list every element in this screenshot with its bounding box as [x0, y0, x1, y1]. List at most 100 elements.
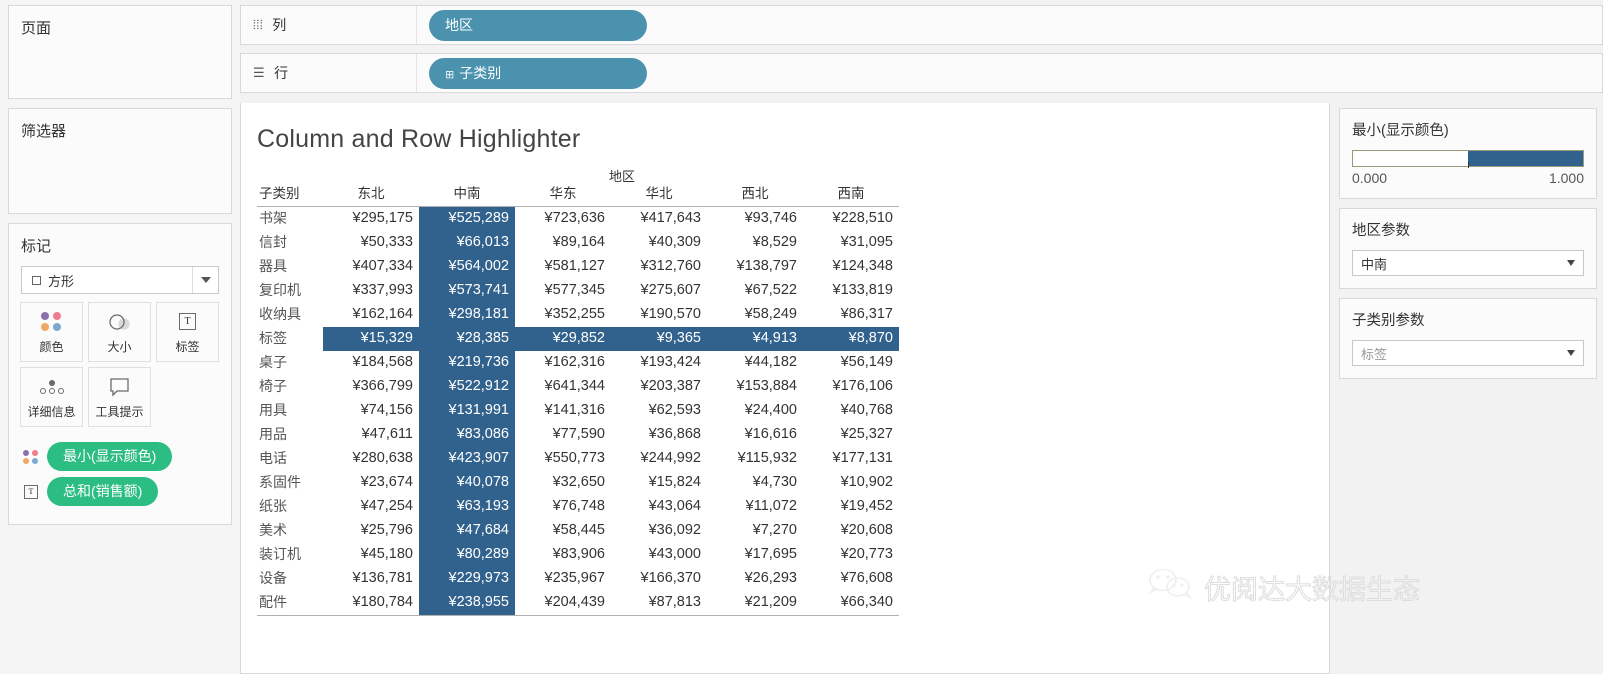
table-cell[interactable]: ¥176,106	[803, 375, 899, 399]
marks-pill-label-row[interactable]: T 总和(销售额)	[21, 477, 223, 506]
table-cell[interactable]: ¥204,439	[515, 591, 611, 616]
table-cell[interactable]: ¥162,316	[515, 351, 611, 375]
marks-pill-color-row[interactable]: 最小(显示颜色)	[21, 442, 223, 471]
table-cell[interactable]: ¥337,993	[323, 279, 419, 303]
table-row[interactable]: 信封 ¥50,333 ¥66,013 ¥89,164 ¥40,309 ¥8,529 ¥31,…	[257, 231, 899, 255]
table-cell[interactable]: ¥352,255	[515, 303, 611, 327]
column-header-6[interactable]: 西南	[803, 182, 899, 207]
table-cell[interactable]: ¥4,913	[707, 327, 803, 351]
table-row[interactable]: 椅子 ¥366,799 ¥522,912 ¥641,344 ¥203,387 ¥153,8…	[257, 375, 899, 399]
table-cell[interactable]: ¥40,309	[611, 231, 707, 255]
table-cell[interactable]: ¥17,695	[707, 543, 803, 567]
table-cell[interactable]: ¥275,607	[611, 279, 707, 303]
column-header-1[interactable]: 东北	[323, 182, 419, 207]
table-cell[interactable]: ¥66,340	[803, 591, 899, 616]
region-parameter-card[interactable]: 地区参数 中南	[1339, 208, 1597, 289]
table-cell[interactable]: ¥295,175	[323, 207, 419, 232]
table-row[interactable]: 配件 ¥180,784 ¥238,955 ¥204,439 ¥87,813 ¥21,209…	[257, 591, 899, 616]
table-cell[interactable]: ¥56,149	[803, 351, 899, 375]
table-cell[interactable]: ¥8,870	[803, 327, 899, 351]
rows-shelf[interactable]: ☰ 行 ⊞ 子类别	[240, 53, 1603, 93]
table-cell[interactable]: ¥15,824	[611, 471, 707, 495]
table-cell[interactable]: ¥74,156	[323, 399, 419, 423]
table-cell[interactable]: ¥131,991	[419, 399, 515, 423]
row-label[interactable]: 美术	[257, 519, 323, 543]
table-cell[interactable]: ¥162,164	[323, 303, 419, 327]
table-cell[interactable]: ¥141,316	[515, 399, 611, 423]
column-header-5[interactable]: 西北	[707, 182, 803, 207]
row-label[interactable]: 用品	[257, 423, 323, 447]
crosstab-table[interactable]: 子类别 东北 中南 华东 华北 西北 西南 书架 ¥295,175 ¥525,289 ¥723,…	[257, 182, 899, 616]
table-row[interactable]: 复印机 ¥337,993 ¥573,741 ¥577,345 ¥275,607 ¥67,5…	[257, 279, 899, 303]
row-label[interactable]: 器具	[257, 255, 323, 279]
table-cell[interactable]: ¥50,333	[323, 231, 419, 255]
table-cell[interactable]: ¥29,852	[515, 327, 611, 351]
chevron-down-icon[interactable]	[1559, 341, 1583, 365]
marks-label-button[interactable]: T 标签	[156, 302, 219, 362]
row-label[interactable]: 收纳具	[257, 303, 323, 327]
marks-pill-color-label[interactable]: 最小(显示颜色)	[47, 442, 173, 471]
table-cell[interactable]: ¥193,424	[611, 351, 707, 375]
table-row[interactable]: 美术 ¥25,796 ¥47,684 ¥58,445 ¥36,092 ¥7,270 ¥20,…	[257, 519, 899, 543]
table-cell[interactable]: ¥26,293	[707, 567, 803, 591]
table-cell[interactable]: ¥417,643	[611, 207, 707, 232]
row-label[interactable]: 装订机	[257, 543, 323, 567]
pages-card[interactable]: 页面	[8, 5, 232, 99]
table-cell[interactable]: ¥15,329	[323, 327, 419, 351]
table-row[interactable]: 桌子 ¥184,568 ¥219,736 ¥162,316 ¥193,424 ¥44,18…	[257, 351, 899, 375]
table-cell[interactable]: ¥66,013	[419, 231, 515, 255]
row-label[interactable]: 椅子	[257, 375, 323, 399]
table-cell[interactable]: ¥67,522	[707, 279, 803, 303]
table-cell[interactable]: ¥124,348	[803, 255, 899, 279]
table-cell[interactable]: ¥184,568	[323, 351, 419, 375]
table-cell[interactable]: ¥133,819	[803, 279, 899, 303]
table-row[interactable]: 系固件 ¥23,674 ¥40,078 ¥32,650 ¥15,824 ¥4,730 ¥10…	[257, 471, 899, 495]
table-cell[interactable]: ¥23,674	[323, 471, 419, 495]
table-cell[interactable]: ¥86,317	[803, 303, 899, 327]
table-cell[interactable]: ¥235,967	[515, 567, 611, 591]
table-cell[interactable]: ¥115,932	[707, 447, 803, 471]
column-header-3[interactable]: 华东	[515, 182, 611, 207]
table-cell[interactable]: ¥581,127	[515, 255, 611, 279]
table-row[interactable]: 设备 ¥136,781 ¥229,973 ¥235,967 ¥166,370 ¥26,29…	[257, 567, 899, 591]
row-label[interactable]: 纸张	[257, 495, 323, 519]
table-cell[interactable]: ¥312,760	[611, 255, 707, 279]
table-cell[interactable]: ¥229,973	[419, 567, 515, 591]
table-row[interactable]: 用品 ¥47,611 ¥83,086 ¥77,590 ¥36,868 ¥16,616 ¥25…	[257, 423, 899, 447]
table-cell[interactable]: ¥244,992	[611, 447, 707, 471]
table-cell[interactable]: ¥10,902	[803, 471, 899, 495]
table-cell[interactable]: ¥25,327	[803, 423, 899, 447]
table-cell[interactable]: ¥24,400	[707, 399, 803, 423]
table-cell[interactable]: ¥407,334	[323, 255, 419, 279]
row-label[interactable]: 系固件	[257, 471, 323, 495]
marks-size-button[interactable]: 大小	[88, 302, 151, 362]
table-cell[interactable]: ¥219,736	[419, 351, 515, 375]
table-cell[interactable]: ¥47,684	[419, 519, 515, 543]
color-legend-card[interactable]: 最小(显示颜色) 0.000 1.000	[1339, 108, 1597, 199]
table-cell[interactable]: ¥723,636	[515, 207, 611, 232]
table-cell[interactable]: ¥76,748	[515, 495, 611, 519]
table-cell[interactable]: ¥47,254	[323, 495, 419, 519]
table-cell[interactable]: ¥641,344	[515, 375, 611, 399]
table-cell[interactable]: ¥58,445	[515, 519, 611, 543]
chevron-down-icon[interactable]	[192, 267, 218, 293]
table-cell[interactable]: ¥93,746	[707, 207, 803, 232]
marks-pill-label-label[interactable]: 总和(销售额)	[47, 477, 159, 506]
table-row[interactable]: 收纳具 ¥162,164 ¥298,181 ¥352,255 ¥190,570 ¥58,2…	[257, 303, 899, 327]
table-row[interactable]: 用具 ¥74,156 ¥131,991 ¥141,316 ¥62,593 ¥24,400 ¥…	[257, 399, 899, 423]
table-cell[interactable]: ¥25,796	[323, 519, 419, 543]
table-cell[interactable]: ¥203,387	[611, 375, 707, 399]
table-cell[interactable]: ¥298,181	[419, 303, 515, 327]
table-cell[interactable]: ¥36,092	[611, 519, 707, 543]
table-cell[interactable]: ¥280,638	[323, 447, 419, 471]
table-row[interactable]: 电话 ¥280,638 ¥423,907 ¥550,773 ¥244,992 ¥115,9…	[257, 447, 899, 471]
table-cell[interactable]: ¥522,912	[419, 375, 515, 399]
table-cell[interactable]: ¥76,608	[803, 567, 899, 591]
table-cell[interactable]: ¥28,385	[419, 327, 515, 351]
table-cell[interactable]: ¥550,773	[515, 447, 611, 471]
table-cell[interactable]: ¥31,095	[803, 231, 899, 255]
table-cell[interactable]: ¥136,781	[323, 567, 419, 591]
table-cell[interactable]: ¥7,270	[707, 519, 803, 543]
chevron-down-icon[interactable]	[1559, 251, 1583, 275]
table-cell[interactable]: ¥21,209	[707, 591, 803, 616]
